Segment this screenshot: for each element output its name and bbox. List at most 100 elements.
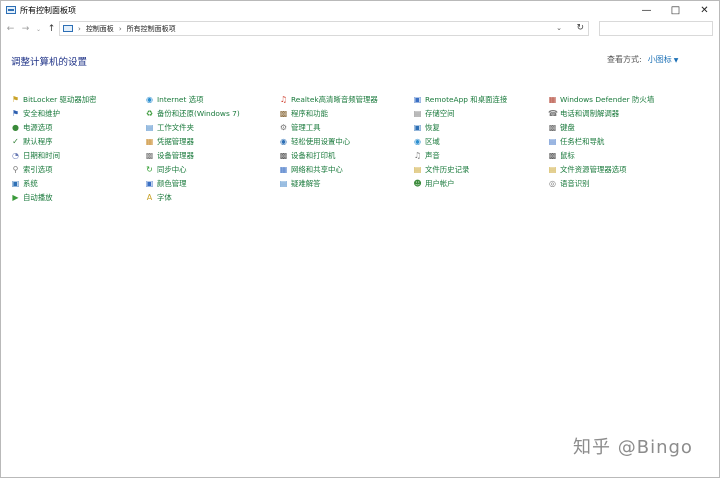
control-panel-item-label: 疑难解答	[291, 178, 321, 188]
globe-icon: ◉	[146, 94, 153, 104]
control-panel-item-label: 自动播放	[23, 192, 53, 202]
control-panel-item[interactable]: A 字体	[145, 190, 279, 204]
backup-icon: ♻	[145, 108, 154, 118]
control-panel-item[interactable]: ⚑ 安全和维护	[11, 106, 145, 120]
page-title: 调整计算机的设置	[11, 57, 88, 68]
minimize-icon: —	[641, 4, 652, 16]
control-panel-item[interactable]: ↻ 同步中心	[145, 162, 279, 176]
control-panel-item-label: Windows Defender 防火墙	[560, 94, 655, 104]
control-panel-item-label: 程序和功能	[291, 108, 328, 118]
control-panel-item[interactable]: ▩ 键盘	[548, 120, 688, 134]
maximize-button[interactable]: □	[661, 1, 690, 19]
control-panel-item[interactable]: ⚲ 索引选项	[11, 162, 145, 176]
control-panel-item[interactable]: ⚙ 管理工具	[279, 120, 413, 134]
search-input[interactable]	[599, 21, 713, 36]
folder-options-icon: ▤	[548, 164, 557, 174]
control-panel-item[interactable]: ☻ 用户帐户	[413, 176, 548, 190]
control-panel-item-label: 管理工具	[291, 122, 321, 132]
control-panel-item[interactable]: ▩ 程序和功能	[279, 106, 413, 120]
control-panel-item[interactable]: ▣ RemoteApp 和桌面连接	[413, 92, 548, 106]
address-bar[interactable]: › 控制面板 › 所有控制面板项 ⌄ ↻	[59, 21, 589, 36]
network-icon: ▦	[279, 164, 288, 174]
recent-locations-button[interactable]: ⌄	[33, 22, 44, 36]
control-panel-item[interactable]: ▤ 工作文件夹	[145, 120, 279, 134]
control-panel-item[interactable]: ● 电源选项	[11, 120, 145, 134]
arrow-up-icon: ↑	[47, 24, 56, 34]
credential-icon: ▦	[145, 136, 154, 146]
control-panel-item[interactable]: ▣ 颜色管理	[145, 176, 279, 190]
control-panel-window: 所有控制面板项 — □ ✕ ← → ⌄ ↑ › 控制面板 › 所有控制面板项 ⌄…	[0, 0, 720, 478]
control-panel-item-label: 存储空间	[425, 108, 455, 118]
control-panel-item[interactable]: ♻ 备份和还原(Windows 7)	[145, 106, 279, 120]
up-button[interactable]: ↑	[46, 22, 57, 36]
control-panel-item[interactable]: ◎ 语音识别	[548, 176, 688, 190]
control-panel-item[interactable]: ✓ 默认程序	[11, 134, 145, 148]
control-panel-item-label: 区域	[425, 136, 440, 146]
control-panel-item[interactable]: ▤ 文件资源管理器选项	[548, 162, 688, 176]
control-panel-item-label: 颜色管理	[157, 178, 187, 188]
minimize-button[interactable]: —	[632, 1, 661, 19]
control-panel-item[interactable]: ▩ 鼠标	[548, 148, 688, 162]
control-panel-item[interactable]: ▦ Windows Defender 防火墙	[548, 92, 688, 106]
control-panel-item[interactable]: ▤ 存储空间	[413, 106, 548, 120]
control-panel-item[interactable]: ▩ 设备和打印机	[279, 148, 413, 162]
control-panel-item[interactable]: ▦ 凭据管理器	[145, 134, 279, 148]
flag-icon: ⚑	[11, 108, 20, 118]
breadcrumb-control-panel[interactable]: 控制面板	[86, 24, 114, 34]
refresh-icon[interactable]: ↻	[576, 23, 584, 33]
view-by: 查看方式: 小图标 ▼	[607, 54, 678, 65]
programs-icon: ▩	[279, 108, 288, 118]
control-panel-item-label: 文件资源管理器选项	[560, 164, 627, 174]
view-by-dropdown[interactable]: 小图标	[648, 55, 672, 64]
watermark: 知乎 @Bingo	[573, 437, 693, 458]
control-panel-item[interactable]: ▣ 系统	[11, 176, 145, 190]
view-by-label: 查看方式:	[607, 55, 642, 64]
control-panel-item[interactable]: ▤ 任务栏和导航	[548, 134, 688, 148]
back-button[interactable]: ←	[5, 22, 16, 36]
control-panel-item[interactable]: ▤ 文件历史记录	[413, 162, 548, 176]
power-icon: ●	[12, 122, 19, 132]
control-panel-item[interactable]: ◉ Internet 选项	[145, 92, 279, 106]
breadcrumb-all-items[interactable]: 所有控制面板项	[127, 24, 176, 34]
control-panel-item-label: 轻松使用设置中心	[291, 136, 351, 146]
recovery-icon: ▣	[413, 122, 422, 132]
control-panel-item-label: 备份和还原(Windows 7)	[157, 108, 240, 118]
remote-desktop-icon: ▣	[413, 94, 422, 104]
sound-icon: ♫	[413, 150, 422, 160]
forward-button[interactable]: →	[20, 22, 31, 36]
storage-icon: ▤	[413, 108, 422, 118]
control-panel-item-label: 日期和时间	[23, 150, 60, 160]
control-panel-item[interactable]: ◉ 轻松使用设置中心	[279, 134, 413, 148]
control-panel-item[interactable]: ▣ 恢复	[413, 120, 548, 134]
control-panel-item[interactable]: ▩ 设备管理器	[145, 148, 279, 162]
control-panel-item[interactable]: ♫ Realtek高清晰音频管理器	[279, 92, 413, 106]
control-panel-item[interactable]: ⚑ BitLocker 驱动器加密	[11, 92, 145, 106]
control-panel-icon	[6, 6, 16, 14]
control-panel-item[interactable]: ▶ 自动播放	[11, 190, 145, 204]
clock-icon: ◔	[12, 150, 19, 160]
control-panel-item-label: 索引选项	[23, 164, 53, 174]
control-panel-item-label: 恢复	[425, 122, 440, 132]
control-panel-item[interactable]: ▤ 疑难解答	[279, 176, 413, 190]
tools-icon: ⚙	[279, 122, 288, 132]
caret-down-icon[interactable]: ▼	[674, 57, 679, 64]
region-icon: ◉	[414, 136, 421, 146]
control-panel-items: ⚑ BitLocker 驱动器加密 ⚑ 安全和维护 ● 电源选项 ✓ 默认程序 ◔ 日期和时间 ⚲ 索…	[11, 92, 688, 204]
close-icon: ✕	[700, 4, 709, 16]
control-panel-item[interactable]: ◔ 日期和时间	[11, 148, 145, 162]
chevron-right-icon[interactable]: ›	[78, 25, 81, 33]
address-dropdown-icon[interactable]: ⌄	[556, 24, 562, 32]
chevron-right-icon[interactable]: ›	[119, 25, 122, 33]
close-button[interactable]: ✕	[690, 1, 719, 19]
control-panel-item[interactable]: ◉ 区域	[413, 134, 548, 148]
mouse-icon: ▩	[548, 150, 557, 160]
title-bar[interactable]: 所有控制面板项 — □ ✕	[1, 1, 719, 19]
file-history-icon: ▤	[413, 164, 422, 174]
keyboard-icon: ▩	[548, 122, 557, 132]
control-panel-item[interactable]: ▦ 网络和共享中心	[279, 162, 413, 176]
folder-icon: ▤	[145, 122, 154, 132]
control-panel-item[interactable]: ♫ 声音	[413, 148, 548, 162]
control-panel-item[interactable]: ☎ 电话和调制解调器	[548, 106, 688, 120]
control-panel-item-label: 字体	[157, 192, 172, 202]
magnifier-icon: ⚲	[12, 164, 19, 174]
